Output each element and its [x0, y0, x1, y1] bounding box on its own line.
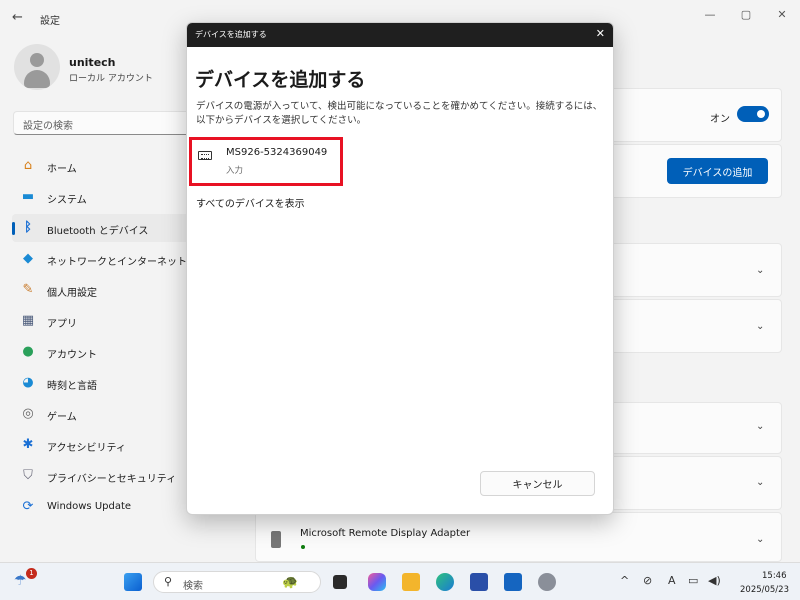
sidebar-item-gaming[interactable]: ◎ ゲーム — [12, 400, 190, 428]
keyboard-icon — [198, 151, 212, 160]
show-hidden-icons-chevron[interactable]: ^ — [620, 574, 629, 587]
device-list-item[interactable]: MS926-5324369049 入力 — [189, 137, 343, 186]
sidebar-item-label: ゲーム — [47, 412, 77, 423]
sidebar-item-time-language[interactable]: ◕ 時刻と言語 — [12, 369, 190, 397]
file-explorer-icon[interactable] — [402, 573, 420, 591]
sidebar-item-label: Bluetooth とデバイス — [47, 226, 149, 237]
chevron-down-icon[interactable]: ⌄ — [756, 421, 764, 432]
sidebar-item-label: 個人用設定 — [47, 288, 97, 299]
store-icon[interactable] — [470, 573, 488, 591]
close-button[interactable]: ✕ — [772, 8, 792, 21]
sidebar-item-apps[interactable]: ▦ アプリ — [12, 307, 190, 335]
dialog-title: デバイスを追加する — [195, 30, 267, 39]
outlook-icon[interactable] — [504, 573, 522, 591]
notification-badge: 1 — [26, 568, 37, 579]
maximize-button[interactable]: ▢ — [736, 8, 756, 21]
taskbar-search-label: 検索 — [183, 581, 203, 592]
chevron-down-icon[interactable]: ⌄ — [756, 477, 764, 488]
app-title: 設定 — [40, 16, 60, 27]
sidebar-item-label: Windows Update — [47, 501, 132, 512]
display-icon[interactable]: ▭ — [688, 574, 698, 587]
settings-gear-icon[interactable] — [538, 573, 556, 591]
weather-umbrella-icon[interactable]: ☂ — [14, 573, 27, 589]
bluetooth-icon: ᛒ — [24, 220, 32, 235]
remote-adapter-label: Microsoft Remote Display Adapter — [300, 528, 471, 539]
shield-icon: ⛉ — [23, 468, 33, 483]
dialog-description: デバイスの電源が入っていて、検出可能になっていることを確かめてください。接続する… — [196, 101, 603, 126]
task-view-icon[interactable] — [333, 575, 347, 589]
chevron-down-icon[interactable]: ⌄ — [756, 534, 764, 545]
accessibility-icon: ✱ — [22, 437, 34, 452]
close-icon[interactable]: ✕ — [596, 27, 605, 40]
dialog-title-bar: デバイスを追加する ✕ — [187, 23, 613, 47]
sidebar-item-label: プライバシーとセキュリティ — [47, 474, 177, 485]
home-icon: ⌂ — [23, 158, 33, 173]
sidebar-item-home[interactable]: ⌂ ホーム — [12, 152, 190, 180]
sidebar-item-privacy[interactable]: ⛉ プライバシーとセキュリティ — [12, 462, 190, 490]
search-icon: ⚲ — [164, 575, 173, 588]
connected-status-dot — [301, 545, 305, 549]
sidebar-item-accounts[interactable]: ● アカウント — [12, 338, 190, 366]
sidebar-item-label: システム — [47, 195, 87, 206]
gaming-icon: ◎ — [22, 406, 34, 421]
copilot-icon[interactable] — [368, 573, 386, 591]
taskbar-search-input[interactable]: ⚲ 検索 🐢 — [153, 571, 321, 593]
sidebar-item-label: 時刻と言語 — [47, 381, 97, 392]
show-all-devices-link[interactable]: すべてのデバイスを表示 — [196, 195, 305, 210]
sidebar-item-bluetooth[interactable]: ᛒ Bluetooth とデバイス — [12, 214, 190, 242]
brush-icon: ✎ — [22, 282, 34, 297]
avatar-head — [30, 53, 44, 67]
network-disconnected-icon[interactable]: ⊘ — [643, 574, 652, 587]
device-name: MS926-5324369049 — [226, 147, 328, 158]
sidebar-item-label: ホーム — [47, 164, 77, 175]
bluetooth-toggle[interactable] — [737, 106, 769, 122]
clock-date[interactable]: 2025/05/23 — [740, 585, 789, 595]
windows-start-icon[interactable] — [124, 573, 142, 591]
back-arrow-icon[interactable]: ← — [12, 10, 23, 25]
sidebar-item-windows-update[interactable]: ⟳ Windows Update — [12, 493, 190, 521]
ime-indicator[interactable]: A — [668, 574, 676, 587]
network-icon: ◆ — [23, 251, 33, 266]
toggle-knob — [757, 110, 765, 118]
settings-search-input[interactable]: 設定の検索 — [13, 111, 193, 135]
profile-name: unitech — [69, 56, 116, 69]
sidebar-item-label: アカウント — [47, 350, 97, 361]
device-type: 入力 — [226, 166, 244, 176]
add-device-dialog: デバイスを追加する ✕ デバイスを追加する デバイスの電源が入っていて、検出可能… — [186, 22, 614, 515]
update-icon: ⟳ — [22, 499, 34, 514]
sidebar-item-personalization[interactable]: ✎ 個人用設定 — [12, 276, 190, 304]
system-icon: ▬ — [21, 189, 35, 204]
sidebar-item-accessibility[interactable]: ✱ アクセシビリティ — [12, 431, 190, 459]
edge-icon[interactable] — [436, 573, 454, 591]
time-language-icon: ◕ — [22, 375, 34, 390]
avatar-body — [24, 70, 50, 88]
profile-account-type: ローカル アカウント — [69, 74, 153, 84]
cancel-button[interactable]: キャンセル — [480, 471, 595, 496]
sidebar-item-network[interactable]: ◆ ネットワークとインターネット — [12, 245, 190, 273]
volume-icon[interactable]: ◀) — [708, 574, 721, 587]
display-adapter-icon — [271, 531, 281, 548]
avatar[interactable] — [14, 44, 60, 90]
taskbar: ☂ 1 ⚲ 検索 🐢 ^ ⊘ A ▭ ◀) 15:46 2025/05/23 — [0, 562, 800, 600]
sidebar-item-label: アプリ — [47, 319, 77, 330]
sidebar-item-label: アクセシビリティ — [47, 443, 126, 454]
dialog-heading: デバイスを追加する — [195, 69, 366, 91]
bluetooth-toggle-label: オン — [710, 114, 730, 125]
chevron-down-icon[interactable]: ⌄ — [756, 321, 764, 332]
add-device-button[interactable]: デバイスの追加 — [667, 158, 768, 184]
clock-time[interactable]: 15:46 — [762, 571, 787, 581]
chevron-down-icon[interactable]: ⌄ — [756, 265, 764, 276]
account-icon: ● — [22, 344, 34, 359]
sidebar-item-system[interactable]: ▬ システム — [12, 183, 190, 211]
sidebar-item-label: ネットワークとインターネット — [47, 257, 187, 268]
minimize-button[interactable]: — — [700, 8, 720, 21]
turtle-icon: 🐢 — [282, 575, 299, 590]
apps-icon: ▦ — [21, 313, 35, 328]
